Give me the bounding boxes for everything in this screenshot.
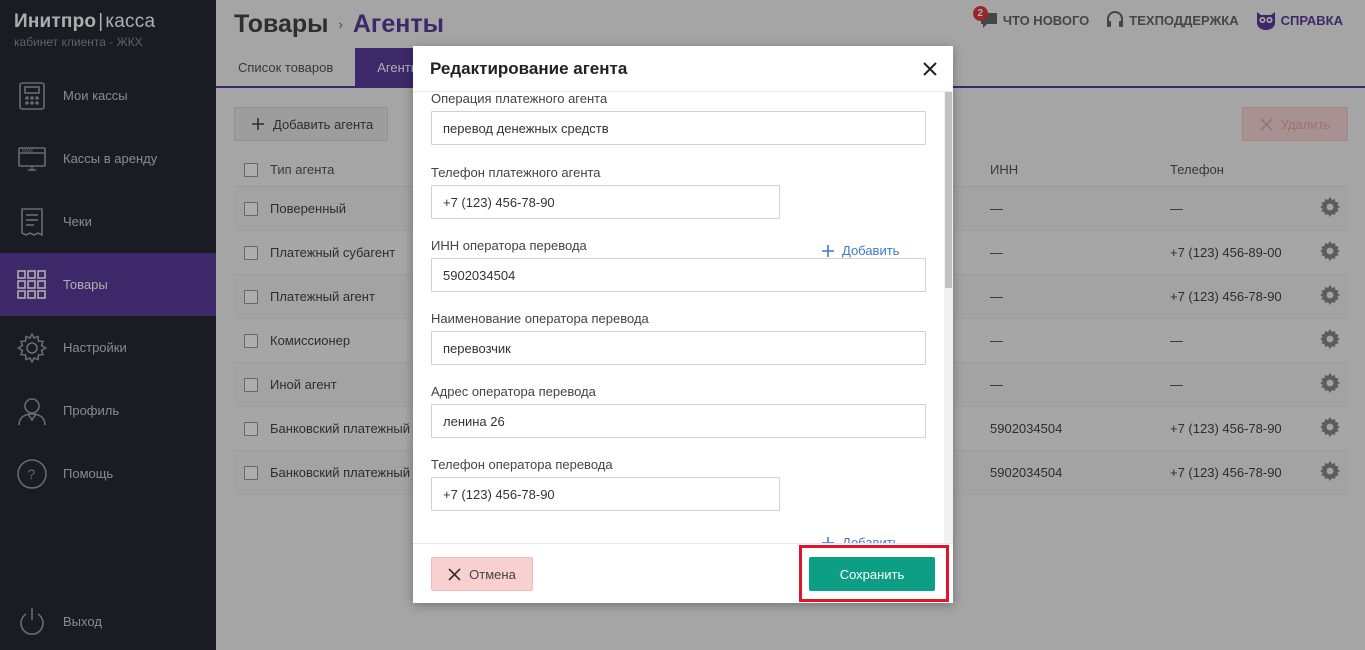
agent-phone-input[interactable]: +7 (123) 456-78-90 [431,185,780,219]
cancel-label: Отмена [469,566,516,582]
agent-phone-field: Телефон платежного агента +7 (123) 456-7… [431,165,780,219]
scrollbar-thumb[interactable] [945,92,952,288]
operator-phone-label: Телефон оператора перевода [431,457,613,472]
operator-phone-field: Телефон оператора перевода +7 (123) 456-… [431,457,780,511]
operator-phone-input[interactable]: +7 (123) 456-78-90 [431,477,780,511]
operator-name-label: Наименование оператора перевода [431,311,649,326]
operator-name-field: Наименование оператора перевода перевозч… [431,311,926,365]
add-label: Добавить [842,535,900,543]
inn-label: ИНН оператора перевода [431,238,587,253]
operation-field: Операция платежного агента перевод денеж… [431,92,926,145]
operator-address-input[interactable]: ленина 26 [431,404,926,438]
agent-phone-label: Телефон платежного агента [431,165,601,180]
modal-title: Редактирование агента [430,58,628,78]
add-operator-phone-link[interactable]: Добавить [821,535,899,543]
inn-input[interactable]: 5902034504 [431,258,926,292]
modal-header: Редактирование агента [413,46,953,92]
operator-address-label: Адрес оператора перевода [431,384,596,399]
cancel-button[interactable]: Отмена [431,557,533,591]
close-icon [923,62,937,76]
operator-name-input[interactable]: перевозчик [431,331,926,365]
plus-icon [822,536,834,543]
modal-body[interactable]: Операция платежного агента перевод денеж… [413,92,953,543]
edit-agent-modal: Редактирование агента Операция платежног… [413,46,953,603]
operation-input[interactable]: перевод денежных средств [431,111,926,145]
save-highlight-box [799,545,949,602]
close-icon [448,567,461,581]
modal-scrollbar[interactable] [944,92,953,543]
operator-address-field: Адрес оператора перевода ленина 26 [431,384,926,438]
modal-close-button[interactable] [919,58,941,80]
operation-label: Операция платежного агента [431,92,608,106]
inn-field: ИНН оператора перевода 5902034504 [431,238,926,292]
